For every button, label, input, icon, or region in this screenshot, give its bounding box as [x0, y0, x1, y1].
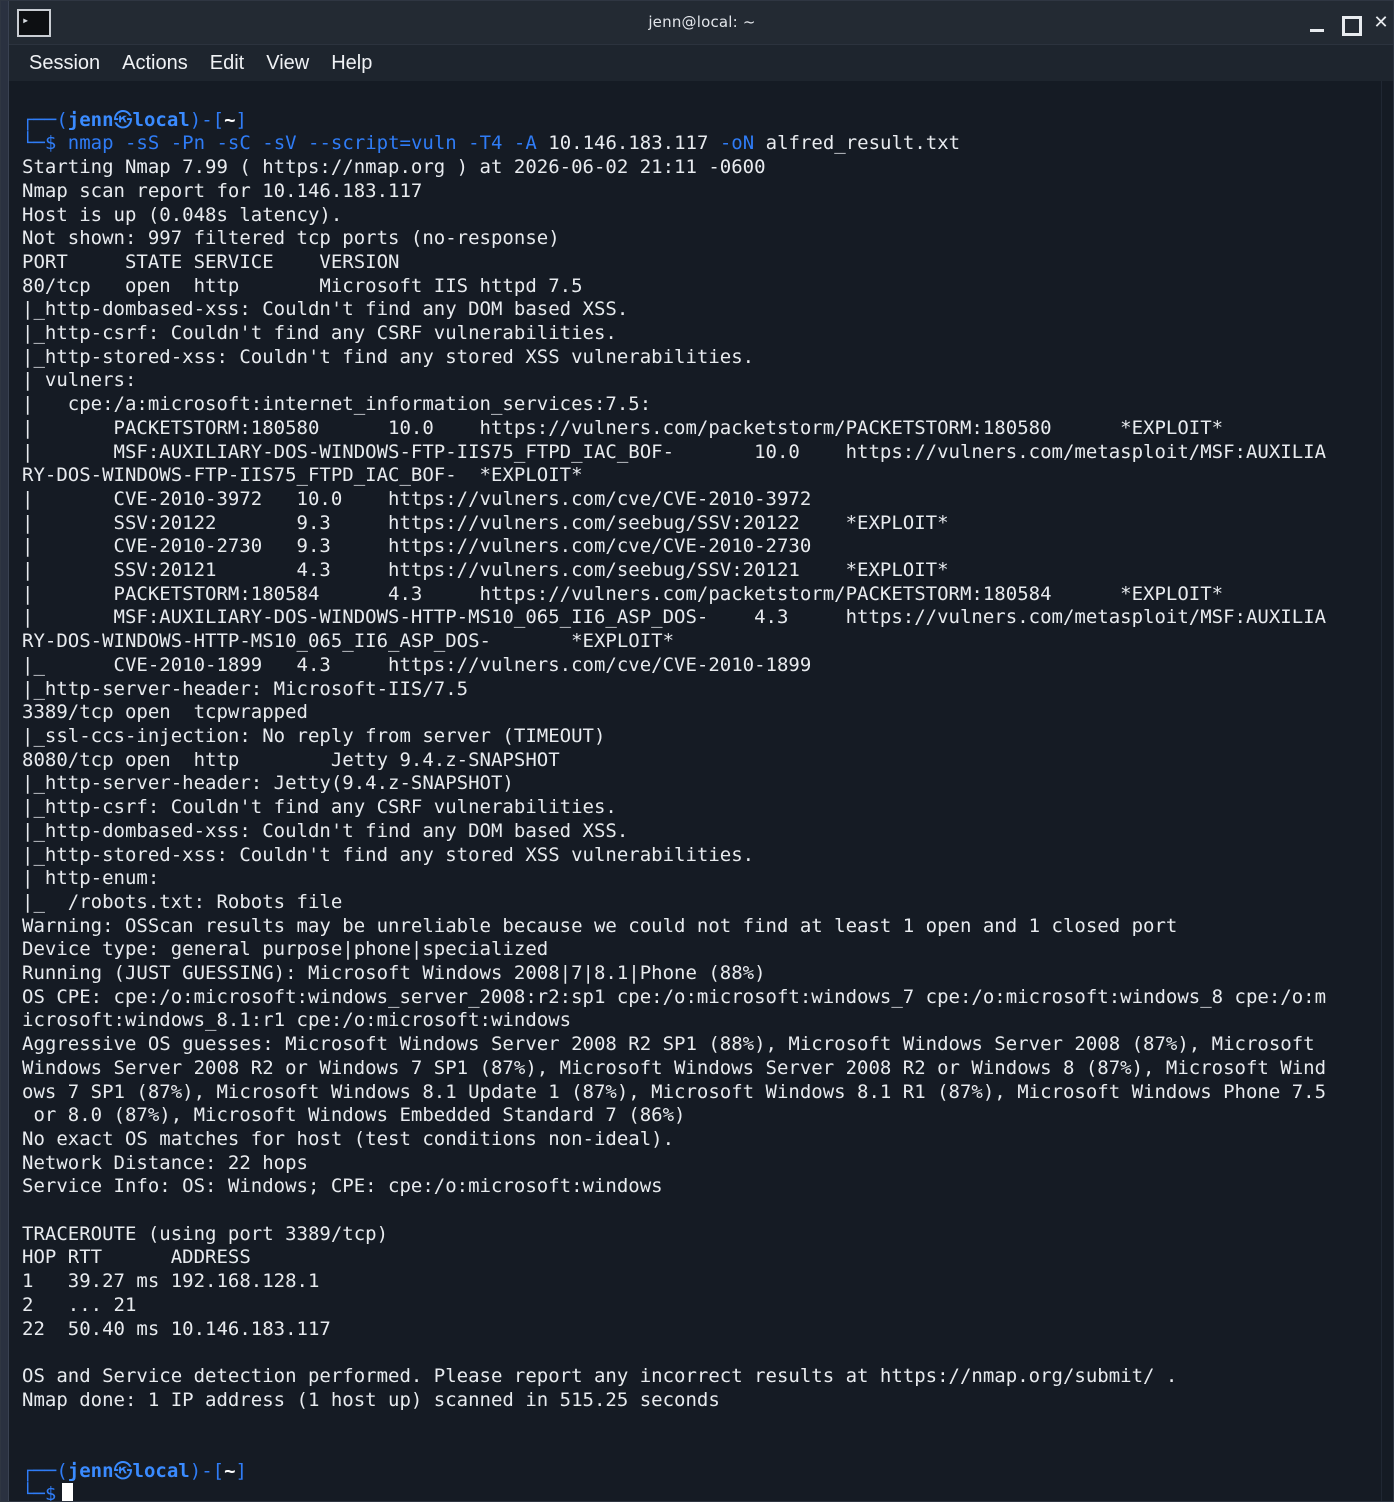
output-line: 8080/tcp open http Jetty 9.4.z-SNAPSHOT — [22, 748, 560, 771]
output-line: Aggressive OS guesses: Microsoft Windows… — [22, 1033, 1315, 1056]
menu-edit[interactable]: Edit — [210, 52, 244, 75]
output-line: HOP RTT ADDRESS — [22, 1246, 251, 1269]
prompt-host-2: local — [132, 1459, 190, 1482]
output-line: 2 ... 21 — [22, 1293, 137, 1316]
output-line: |_http-stored-xss: Couldn't find any sto… — [22, 345, 755, 368]
prompt-user-2: jenn — [67, 1459, 114, 1482]
output-line: Not shown: 997 filtered tcp ports (no-re… — [22, 227, 560, 250]
output-line: | MSF:AUXILIARY-DOS-WINDOWS-HTTP-MS10_06… — [22, 606, 1327, 629]
output-line: Service Info: OS: Windows; CPE: cpe:/o:m… — [22, 1175, 663, 1198]
command-flags: -sS -Pn -sC -sV --script=vuln -T4 -A — [124, 132, 537, 155]
close-icon[interactable]: ✕ — [1369, 11, 1393, 35]
output-line: RY-DOS-WINDOWS-FTP-IIS75_FTPD_IAC_BOF- *… — [22, 464, 583, 487]
minimize-icon[interactable] — [1305, 11, 1329, 35]
output-line: | SSV:20122 9.3 https://vulners.com/seeb… — [22, 511, 949, 534]
output-line: Nmap done: 1 IP address (1 host up) scan… — [22, 1388, 720, 1411]
output-line: 22 50.40 ms 10.146.183.117 — [22, 1317, 331, 1340]
window-left-edge — [1, 1, 9, 1501]
output-line: |_ CVE-2010-1899 4.3 https://vulners.com… — [22, 653, 812, 676]
output-line: Windows Server 2008 R2 or Windows 7 SP1 … — [22, 1056, 1327, 1079]
scrollbar[interactable] — [1381, 81, 1393, 1501]
output-line: |_http-dombased-xss: Couldn't find any D… — [22, 819, 629, 842]
output-line: Warning: OSScan results may be unreliabl… — [22, 914, 1178, 937]
output-line: |_http-csrf: Couldn't find any CSRF vuln… — [22, 796, 617, 819]
output-line: PORT STATE SERVICE VERSION — [22, 250, 400, 273]
output-line: RY-DOS-WINDOWS-HTTP-MS10_065_II6_ASP_DOS… — [22, 630, 675, 653]
output-line: Host is up (0.048s latency). — [22, 203, 343, 226]
menu-help[interactable]: Help — [331, 52, 372, 75]
prompt-host: local — [132, 108, 190, 131]
terminal-output-area[interactable]: ┌──(jenn㉿local)-[~] └─$ nmap -sS -Pn -sC… — [9, 81, 1381, 1501]
output-line: | http-enum: — [22, 867, 160, 890]
output-line: |_ /robots.txt: Robots file — [22, 890, 343, 913]
output-line: 80/tcp open http Microsoft IIS httpd 7.5 — [22, 274, 583, 297]
output-line: | PACKETSTORM:180580 10.0 https://vulner… — [22, 416, 1224, 439]
output-line: ows 7 SP1 (87%), Microsoft Windows 8.1 U… — [22, 1080, 1327, 1103]
prompt-user: jenn — [67, 108, 114, 131]
title-bar: ▸ jenn@local: ~ ✕ — [9, 1, 1393, 45]
output-line: Starting Nmap 7.99 ( https://nmap.org ) … — [22, 156, 766, 179]
cursor — [62, 1483, 74, 1501]
output-line: 1 39.27 ms 192.168.128.1 — [22, 1270, 320, 1293]
output-line: | CVE-2010-3972 10.0 https://vulners.com… — [22, 487, 812, 510]
output-line: OS and Service detection performed. Plea… — [22, 1364, 1178, 1387]
output-line: | PACKETSTORM:180584 4.3 https://vulners… — [22, 582, 1224, 605]
output-line: Device type: general purpose|phone|speci… — [22, 938, 549, 961]
output-line: |_http-server-header: Microsoft-IIS/7.5 — [22, 677, 469, 700]
prompt-top-2: ┌──(jenn㉿local)-[~] — [22, 1459, 247, 1482]
output-line: | CVE-2010-2730 9.3 https://vulners.com/… — [22, 535, 812, 558]
output-line: | vulners: — [22, 369, 137, 392]
command-target: 10.146.183.117 — [548, 132, 709, 155]
menu-view[interactable]: View — [266, 52, 309, 75]
menu-actions[interactable]: Actions — [122, 52, 188, 75]
terminal-output: ┌──(jenn㉿local)-[~] └─$ nmap -sS -Pn -sC… — [22, 85, 1381, 1501]
command-out-file: alfred_result.txt — [765, 132, 961, 155]
output-line: |_http-server-header: Jetty(9.4.z-SNAPSH… — [22, 772, 514, 795]
window-title: jenn@local: ~ — [648, 13, 756, 31]
menu-session[interactable]: Session — [29, 52, 100, 75]
output-line: OS CPE: cpe:/o:microsoft:windows_server_… — [22, 985, 1327, 1008]
output-line: |_http-stored-xss: Couldn't find any sto… — [22, 843, 755, 866]
output-line: | SSV:20121 4.3 https://vulners.com/seeb… — [22, 559, 949, 582]
prompt-top: ┌──(jenn㉿local)-[~] — [22, 108, 247, 131]
output-line: |_http-dombased-xss: Couldn't find any D… — [22, 298, 629, 321]
output-line: No exact OS matches for host (test condi… — [22, 1127, 675, 1150]
output-line: | MSF:AUXILIARY-DOS-WINDOWS-FTP-IIS75_FT… — [22, 440, 1327, 463]
output-line: Nmap scan report for 10.146.183.117 — [22, 179, 423, 202]
command-name: nmap — [67, 132, 114, 155]
output-line: icrosoft:windows_8.1:r1 cpe:/o:microsoft… — [22, 1009, 572, 1032]
output-line: Running (JUST GUESSING): Microsoft Windo… — [22, 962, 766, 985]
output-lines: Starting Nmap 7.99 ( https://nmap.org ) … — [22, 156, 1326, 1411]
output-line: | cpe:/a:microsoft:internet_information_… — [22, 393, 652, 416]
terminal-window: ▸ jenn@local: ~ ✕ Session Actions Edit V… — [0, 0, 1394, 1502]
prompt-dir: ~ — [224, 108, 236, 131]
output-line: TRACEROUTE (using port 3389/tcp) — [22, 1222, 389, 1245]
output-line: or 8.0 (87%), Microsoft Windows Embedded… — [22, 1104, 686, 1127]
menu-bar: Session Actions Edit View Help — [9, 45, 1393, 81]
command-line-2: └─$ — [22, 1483, 74, 1501]
maximize-icon[interactable] — [1337, 11, 1362, 36]
output-line: |_http-csrf: Couldn't find any CSRF vuln… — [22, 322, 617, 345]
command-line: └─$ nmap -sS -Pn -sC -sV --script=vuln -… — [22, 132, 961, 155]
output-line: |_ssl-ccs-injection: No reply from serve… — [22, 724, 606, 747]
output-line: 3389/tcp open tcpwrapped — [22, 701, 308, 724]
output-line: Network Distance: 22 hops — [22, 1151, 308, 1174]
prompt-dir-2: ~ — [224, 1459, 236, 1482]
command-out-flag: -oN — [719, 132, 755, 155]
